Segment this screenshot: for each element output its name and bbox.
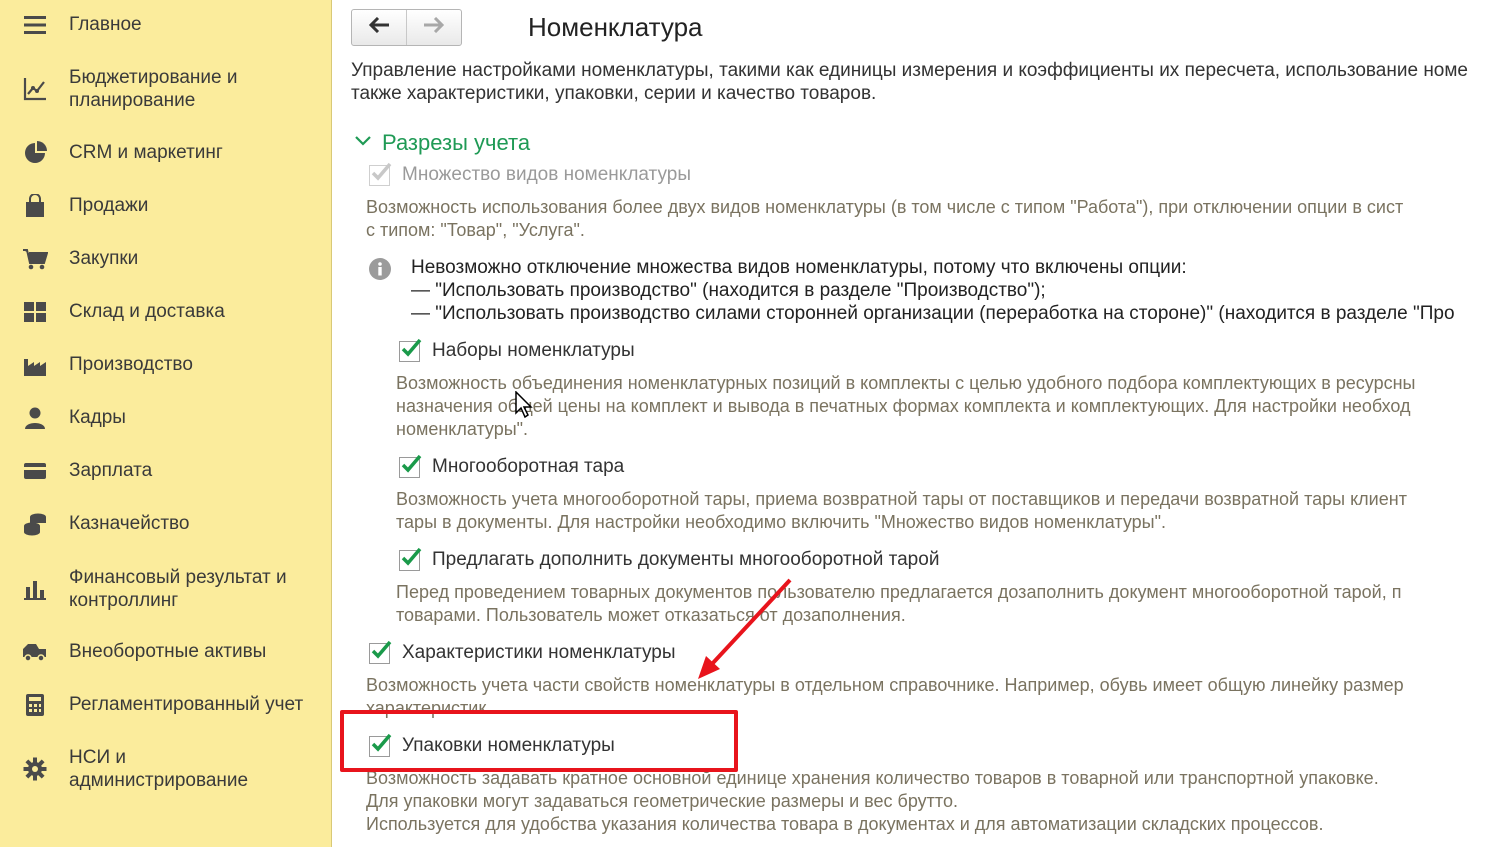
sidebar-item-label: Склад и доставка	[69, 301, 225, 322]
description-line: с типом: "Товар", "Услуга".	[366, 220, 585, 240]
sidebar-item-label: Производство	[69, 354, 193, 375]
forward-button[interactable]	[406, 10, 461, 45]
description-line: Перед проведением товарных документов по…	[396, 582, 1402, 602]
sidebar-item-main[interactable]: Главное	[0, 12, 331, 38]
highlight-box	[340, 710, 738, 772]
option-sets: Наборы номенклатуры	[399, 338, 635, 362]
sidebar-item-salary[interactable]: Зарплата	[0, 458, 331, 484]
info-line: — "Использовать производство силами стор…	[411, 303, 1455, 324]
sidebar-item-production[interactable]: Производство	[0, 352, 331, 378]
back-button[interactable]	[352, 10, 406, 45]
sidebar-item-label: Закупки	[69, 248, 139, 269]
option-label: Множество видов номенклатуры	[402, 164, 691, 185]
checkmark-icon	[371, 162, 392, 181]
pie-chart-icon	[22, 140, 48, 166]
suggest-fill-checkbox[interactable]	[399, 547, 422, 571]
sidebar-item-regulated-accounting[interactable]: Регламентированный учет	[0, 692, 331, 718]
menu-icon	[22, 12, 48, 38]
sidebar-item-nsi-admin[interactable]: НСИ и администрирование	[0, 745, 331, 793]
option-many-kinds: Множество видов номенклатуры	[369, 162, 691, 186]
sidebar-item-crm[interactable]: CRM и маркетинг	[0, 140, 331, 166]
sets-checkbox[interactable]	[399, 338, 422, 362]
checkmark-icon	[401, 338, 422, 357]
sidebar-item-label: Финансовый результат и контроллинг	[69, 567, 287, 611]
description-line: Возможность учета многооборотной тары, п…	[396, 489, 1407, 509]
option-description: Возможность учета многооборотной тары, п…	[396, 488, 1407, 534]
sidebar-item-label: CRM и маркетинг	[69, 142, 223, 163]
description-line: также характеристики, упаковки, серии и …	[351, 83, 877, 104]
factory-icon	[22, 352, 48, 378]
sidebar-item-purchases[interactable]: Закупки	[0, 246, 331, 272]
description-line: номенклатуры".	[396, 419, 529, 439]
section-title: Разрезы учета	[382, 130, 531, 155]
card-icon	[22, 458, 48, 484]
arrow-left-icon	[368, 16, 390, 38]
info-message: Невозможно отключение множества видов но…	[411, 256, 1455, 325]
sidebar-item-label: Главное	[69, 14, 142, 35]
warehouse-icon	[22, 299, 48, 325]
description-line: Для упаковки могут задаваться геометриче…	[366, 791, 958, 811]
calculator-icon	[22, 692, 48, 718]
sidebar: Главное Бюджетирование и планирование CR…	[0, 0, 332, 847]
info-line: — "Использовать производство" (находится…	[411, 280, 1046, 301]
checkmark-icon	[371, 640, 392, 659]
option-description: Возможность объединения номенклатурных п…	[396, 372, 1416, 441]
sidebar-item-label: Внеоборотные активы	[69, 641, 267, 662]
sidebar-item-financial-result[interactable]: Финансовый результат и контроллинг	[0, 565, 331, 613]
sidebar-item-label: Бюджетирование и планирование	[69, 67, 238, 111]
checkmark-icon	[401, 454, 422, 473]
option-label[interactable]: Многооборотная тара	[432, 456, 624, 478]
page-description: Управление настройками номенклатуры, так…	[351, 59, 1494, 105]
sidebar-item-treasury[interactable]: Казначейство	[0, 511, 331, 537]
gear-icon	[22, 756, 48, 782]
sidebar-item-label: НСИ и администрирование	[69, 747, 249, 791]
arrow-right-icon	[423, 16, 445, 38]
returnable-containers-checkbox[interactable]	[399, 454, 422, 478]
description-line: товарами. Пользователь может отказаться …	[396, 605, 906, 625]
person-icon	[22, 405, 48, 431]
history-nav	[351, 9, 462, 46]
coins-icon	[22, 511, 48, 537]
section-accounting-dimensions[interactable]: Разрезы учета	[354, 130, 530, 156]
sidebar-item-fixed-assets[interactable]: Внеоборотные активы	[0, 639, 331, 665]
cart-icon	[22, 246, 48, 272]
option-label[interactable]: Характеристики номенклатуры	[402, 642, 676, 664]
option-description: Перед проведением товарных документов по…	[396, 581, 1402, 627]
sidebar-item-label: Продажи	[69, 195, 149, 216]
option-description: Возможность использования более двух вид…	[366, 196, 1403, 242]
shopping-bag-icon	[22, 193, 48, 219]
sidebar-item-warehouse[interactable]: Склад и доставка	[0, 299, 331, 325]
description-line: Используется для удобства указания колич…	[366, 814, 1324, 834]
sidebar-item-label: Кадры	[69, 407, 126, 428]
chevron-down-icon	[354, 134, 372, 152]
info-line: Невозможно отключение множества видов но…	[411, 257, 1187, 278]
bar-chart-icon	[22, 576, 48, 602]
mouse-cursor-icon	[515, 391, 533, 419]
option-label[interactable]: Наборы номенклатуры	[432, 340, 635, 362]
option-suggest-fill: Предлагать дополнить документы многообор…	[399, 547, 939, 571]
page-title: Номенклатура	[528, 12, 703, 42]
sidebar-item-label: Казначейство	[69, 513, 190, 534]
description-line: Управление настройками номенклатуры, так…	[351, 60, 1469, 81]
sidebar-item-sales[interactable]: Продажи	[0, 193, 331, 219]
option-label[interactable]: Предлагать дополнить документы многообор…	[432, 549, 939, 571]
sidebar-item-label: Регламентированный учет	[69, 694, 304, 715]
description-line: тары в документы. Для настройки необходи…	[396, 512, 1166, 532]
info-icon	[368, 257, 392, 286]
characteristics-checkbox[interactable]	[369, 640, 392, 664]
sidebar-item-label: Зарплата	[69, 460, 153, 481]
option-description: Возможность задавать кратное основной ед…	[366, 767, 1379, 836]
sidebar-item-budgeting[interactable]: Бюджетирование и планирование	[0, 65, 331, 113]
many-kinds-checkbox	[369, 162, 392, 186]
checkmark-icon	[401, 547, 422, 566]
description-line: назначения общей цены на комплект и выво…	[396, 396, 1411, 416]
truck-icon	[22, 639, 48, 665]
description-line: Возможность объединения номенклатурных п…	[396, 373, 1416, 393]
sidebar-item-hr[interactable]: Кадры	[0, 405, 331, 431]
description-line: Возможность учета части свойств номенкла…	[366, 675, 1404, 695]
option-returnable-containers: Многооборотная тара	[399, 454, 624, 478]
option-characteristics: Характеристики номенклатуры	[369, 640, 676, 664]
description-line: Возможность использования более двух вид…	[366, 197, 1404, 217]
budget-chart-icon	[22, 76, 48, 102]
